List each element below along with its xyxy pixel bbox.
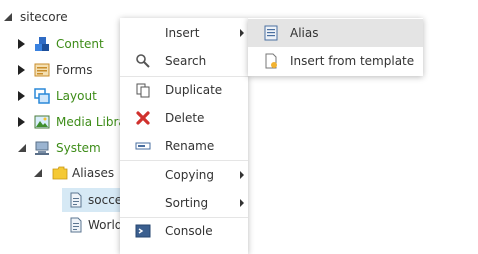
- insert-template-icon: [265, 53, 277, 69]
- system-computer-icon: [35, 141, 49, 155]
- menu-item-search[interactable]: Search: [120, 47, 248, 75]
- menu-item-label: Rename: [165, 139, 215, 153]
- insert-submenu: Alias Insert from template: [248, 18, 423, 76]
- tree-node-label: sitecore: [20, 10, 68, 24]
- duplicate-icon: [136, 83, 150, 98]
- submenu-arrow-icon: [240, 29, 244, 37]
- collapse-arrow-icon[interactable]: [2, 11, 14, 23]
- menu-item-label: Duplicate: [165, 83, 223, 97]
- tree-node-label: Content: [56, 37, 104, 51]
- tree-node-label: soccer: [88, 193, 120, 207]
- tree-node-label: Layout: [56, 89, 97, 103]
- media-picture-icon: [34, 115, 50, 129]
- layout-windows-icon: [34, 88, 50, 104]
- console-icon: [135, 224, 151, 238]
- menu-item-insert-from-template[interactable]: Insert from template: [248, 47, 423, 75]
- menu-item-rename[interactable]: Rename: [120, 132, 248, 160]
- menu-item-insert[interactable]: Insert: [120, 19, 248, 47]
- forms-icon: [34, 63, 50, 77]
- tree-node-system[interactable]: System: [0, 137, 120, 159]
- alias-icon: [264, 25, 278, 41]
- tree-node-label: Media Library: [56, 115, 120, 129]
- tree-node-layout[interactable]: Layout: [0, 85, 120, 107]
- submenu-arrow-icon: [240, 171, 244, 179]
- rename-icon: [135, 142, 151, 150]
- collapse-arrow-icon[interactable]: [16, 142, 28, 154]
- menu-item-label: Insert from template: [290, 54, 415, 68]
- submenu-arrow-icon: [240, 199, 244, 207]
- menu-item-duplicate[interactable]: Duplicate: [120, 76, 248, 104]
- tree-node-label: System: [56, 141, 101, 155]
- tree-node-label: Aliases: [72, 166, 115, 180]
- expand-arrow-icon[interactable]: [16, 116, 28, 128]
- menu-item-label: Copying: [165, 168, 214, 182]
- folder-icon: [52, 166, 68, 180]
- tree-node-label: World: [88, 218, 120, 232]
- tree-node-label: Forms: [56, 63, 93, 77]
- menu-item-label: Sorting: [165, 196, 209, 210]
- context-menu: Insert Search Duplicate Delete Rename Co…: [120, 18, 248, 254]
- tree-node-media-library[interactable]: Media Library: [0, 111, 120, 133]
- expand-arrow-icon[interactable]: [16, 64, 28, 76]
- tree-node-sitecore[interactable]: sitecore: [0, 6, 120, 28]
- tree-node-forms[interactable]: Forms: [0, 59, 120, 81]
- tree-node-world[interactable]: World: [0, 214, 120, 236]
- menu-item-label: Search: [165, 54, 207, 68]
- menu-item-delete[interactable]: Delete: [120, 104, 248, 132]
- tree-node-soccer[interactable]: soccer: [0, 189, 120, 211]
- menu-item-label: Delete: [165, 111, 205, 125]
- tree-node-aliases[interactable]: Aliases: [0, 162, 120, 184]
- collapse-arrow-icon[interactable]: [32, 167, 44, 179]
- content-cubes-icon: [35, 37, 49, 51]
- menu-item-label: Alias: [290, 26, 319, 40]
- menu-item-label: Console: [165, 224, 213, 238]
- menu-item-sorting[interactable]: Sorting: [120, 189, 248, 217]
- menu-item-console[interactable]: Console: [120, 217, 248, 245]
- expand-arrow-icon[interactable]: [16, 38, 28, 50]
- document-icon: [70, 192, 82, 208]
- expand-arrow-icon[interactable]: [16, 90, 28, 102]
- tree-node-content[interactable]: Content: [0, 33, 120, 55]
- menu-item-alias[interactable]: Alias: [248, 19, 423, 47]
- menu-item-label: Insert: [165, 26, 200, 40]
- document-icon: [70, 217, 82, 233]
- menu-item-copying[interactable]: Copying: [120, 161, 248, 189]
- delete-x-icon: [136, 111, 150, 125]
- search-icon: [136, 54, 150, 68]
